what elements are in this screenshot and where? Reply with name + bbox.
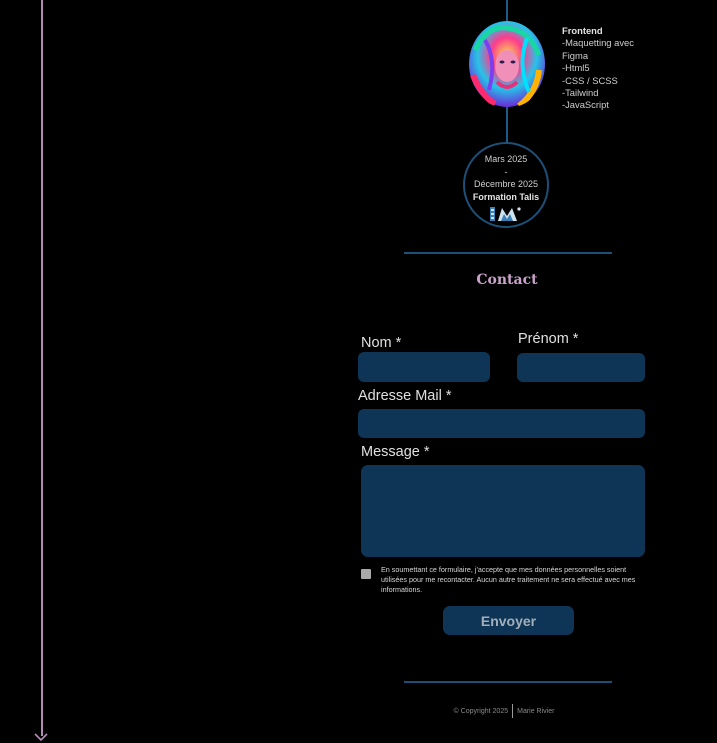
- consent-checkbox[interactable]: [361, 569, 371, 579]
- footer-author: Marie Rivier: [517, 707, 555, 715]
- contact-title: Contact: [476, 272, 538, 288]
- footer-separator: [512, 704, 514, 718]
- nom-input[interactable]: [358, 352, 490, 382]
- education-circle: Mars 2025 - Décembre 2025 Formation Tali…: [463, 142, 549, 228]
- timeline-line: [506, 104, 508, 144]
- prenom-label: Prénom *: [518, 331, 579, 347]
- message-input[interactable]: [361, 465, 645, 557]
- avatar: [467, 20, 547, 108]
- skill-item: -Tailwind: [562, 87, 599, 99]
- section-divider: [404, 252, 612, 254]
- skill-item: -Maquetting avec: [562, 37, 634, 49]
- consent-text: En soumettant ce formulaire, j'accepte q…: [381, 565, 636, 594]
- skills-title: Frontend: [562, 25, 603, 36]
- education-end-date: Décembre 2025: [473, 179, 539, 189]
- skills-list: Frontend -Maquetting avec Figma -Html5 -…: [562, 25, 682, 112]
- scroll-progress-line: [41, 0, 43, 736]
- skill-item: -Html5: [562, 62, 590, 74]
- skill-item: -JavaScript: [562, 99, 609, 111]
- email-input[interactable]: [358, 409, 645, 438]
- education-date-separator: -: [504, 166, 508, 177]
- skill-item: -CSS / SCSS: [562, 74, 618, 86]
- timeline-line: [506, 0, 508, 22]
- prenom-input[interactable]: [517, 353, 645, 382]
- footer-divider: [404, 681, 612, 683]
- skill-item: Figma: [562, 49, 589, 61]
- education-start-date: Mars 2025: [484, 154, 528, 164]
- education-school: Formation Talis: [472, 191, 540, 202]
- footer: © Copyright 2025 Marie Rivier: [404, 704, 604, 718]
- footer-copyright: © Copyright 2025: [453, 707, 509, 715]
- email-label: Adresse Mail *: [358, 388, 452, 404]
- nom-label: Nom *: [361, 335, 402, 351]
- school-logo-icon: [490, 207, 521, 221]
- submit-button[interactable]: Envoyer: [443, 606, 574, 635]
- message-label: Message *: [361, 444, 430, 460]
- arrow-down-icon: [34, 733, 48, 742]
